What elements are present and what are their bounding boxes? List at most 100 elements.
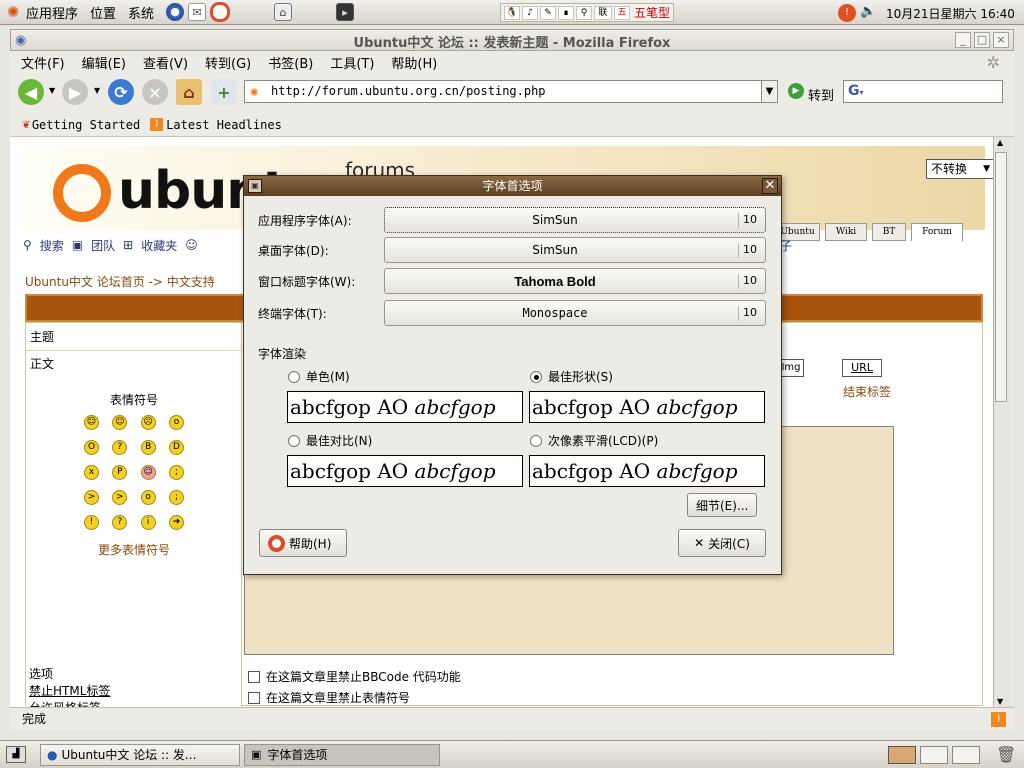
language-select[interactable]: 不转换 ▼ [926,159,993,179]
dialog-close-icon[interactable]: ✕ [762,178,778,194]
forward-dropdown-icon[interactable]: ▼ [94,86,100,95]
emoji-confused-icon[interactable]: ? [112,440,128,455]
task-font-preferences[interactable]: ▣ 字体首选项 [244,744,440,766]
bbcode-checkbox[interactable] [248,670,260,683]
option-subpixel[interactable]: 次像素平滑(LCD)(P) [530,432,658,449]
volume-icon[interactable]: 🔈 [860,4,876,19]
menu-go[interactable]: 转到(G) [205,53,251,72]
option-monochrome[interactable]: 单色(M) [288,368,350,385]
go-label[interactable]: 转到 [808,85,834,104]
emoji-cool-icon[interactable]: B [140,440,156,455]
terminal-icon[interactable]: ▸ [336,3,355,21]
menu-places[interactable]: 位置 [90,3,116,22]
menu-applications[interactable]: 应用程序 [26,3,78,22]
menu-system[interactable]: 系统 [128,3,154,22]
bookmark-getting-started[interactable]: Getting Started [32,118,140,132]
input-method-icon[interactable]: 五 [614,5,630,20]
task-firefox[interactable]: ● Ubuntu中文 论坛 :: 发... [40,744,240,766]
option-html-disabled[interactable]: 禁止HTML标签 [29,682,242,699]
radio-best-contrast[interactable] [288,434,300,447]
terminal-font-button[interactable]: Monospace 10 [384,300,766,326]
emoji-idea-icon[interactable]: i [140,515,156,530]
ubuntu-menu-icon[interactable]: ✺ [4,3,22,21]
radio-best-shape[interactable] [530,370,542,383]
google-search-icon[interactable]: G▾ [848,83,864,99]
emoji-exclaim-icon[interactable]: ! [84,515,99,530]
forward-icon[interactable]: ▶ [62,79,88,105]
link-search[interactable]: 搜索 [40,237,64,254]
smilies-checkbox[interactable] [248,691,260,704]
maximize-icon[interactable]: □ [974,32,990,48]
stop-icon[interactable]: × [142,79,168,105]
emoji-wink-icon[interactable]: ; [168,490,184,505]
menu-bookmarks[interactable]: 书签(B) [268,53,313,72]
home-folder-icon[interactable]: ⌂ [274,3,293,21]
workspace-1-icon[interactable] [888,746,916,764]
trash-icon[interactable]: 🗑 [996,745,1016,764]
url-input[interactable]: ✺ http://forum.ubuntu.org.cn/posting.php [244,80,762,103]
close-window-icon[interactable]: × [993,32,1009,48]
emoji-laugh-icon[interactable]: D [168,440,184,455]
go-icon[interactable]: ▶ [788,83,804,99]
update-alert-icon[interactable]: ! [838,4,856,22]
emoji-razz-icon[interactable]: P [112,465,128,480]
emoji-arrow-icon[interactable]: ➜ [168,515,184,530]
search-input[interactable]: G▾ [843,80,1003,103]
reload-icon[interactable]: ⟳ [108,79,134,105]
bookmark-latest-headlines[interactable]: Latest Headlines [166,118,282,132]
emoji-grin-icon[interactable]: ☺ [112,415,128,430]
emoji-evil-icon[interactable]: > [84,490,99,505]
close-tags-link[interactable]: 结束标签 [843,383,891,400]
emoji-question-icon[interactable]: ? [112,515,128,530]
lock-tray-icon[interactable]: ∎ [558,5,574,20]
ime-label[interactable]: 五笔型 [634,4,670,21]
search-tray-icon[interactable]: ⚲ [576,5,592,20]
window-title-font-button[interactable]: Tahoma Bold 10 [384,268,766,294]
option-best-contrast[interactable]: 最佳对比(N) [288,432,372,449]
menu-view[interactable]: 查看(V) [143,53,188,72]
clock[interactable]: 10月21日星期六 16:40 [886,5,1015,22]
desktop-font-button[interactable]: SimSun 10 [384,237,766,263]
scroll-up-icon[interactable]: ▲ [997,138,1003,147]
close-button[interactable]: ✕ 关闭(C) [678,529,766,557]
application-font-button[interactable]: SimSun 10 [384,207,766,233]
scroll-down-icon[interactable]: ▼ [997,697,1003,706]
breadcrumb[interactable]: Ubuntu中文 论坛首页 -> 中文支持 [25,273,215,290]
show-desktop-icon[interactable]: ▟ [6,746,26,763]
help-launcher-icon[interactable] [210,2,231,22]
penguin-icon[interactable]: 🐧 [504,5,520,20]
option-best-shape[interactable]: 最佳形状(S) [530,368,613,385]
new-tab-icon[interactable]: + [211,79,237,105]
link-favorites[interactable]: 收藏夹 [141,237,177,254]
menu-file[interactable]: 文件(F) [21,53,65,72]
details-button[interactable]: 细节(E)... [687,493,758,517]
back-dropdown-icon[interactable]: ▼ [49,86,55,95]
link-tray-label[interactable]: 联 [594,5,612,20]
radio-monochrome[interactable] [288,370,300,383]
help-button[interactable]: 帮助(H) [259,529,347,557]
emoji-shock-icon[interactable]: O [84,440,99,455]
emoji-sad-icon[interactable]: ☹ [140,415,156,430]
dialog-menu-icon[interactable]: ▣ [248,179,262,193]
scrollbar-thumb[interactable] [995,152,1007,402]
minimize-icon[interactable]: _ [955,32,971,48]
radio-subpixel[interactable] [530,434,542,447]
emoji-mad-icon[interactable]: x [84,465,99,480]
menu-edit[interactable]: 编辑(E) [82,53,126,72]
emoji-surprised-icon[interactable]: o [168,415,184,430]
emoji-rolleyes-icon[interactable]: o [140,490,156,505]
workspace-3-icon[interactable] [952,746,980,764]
back-icon[interactable]: ◀ [18,79,44,105]
rss-status-icon[interactable]: ) [991,712,1006,727]
firefox-launcher-icon[interactable]: ● [166,3,185,21]
emoji-smile-icon[interactable]: ☺ [84,415,99,430]
pen-tray-icon[interactable]: ✎ [540,5,556,20]
option-style-allowed[interactable]: 允许风格标签 [29,699,242,707]
menu-help[interactable]: 帮助(H) [391,53,437,72]
evolution-launcher-icon[interactable]: ✉ [188,3,207,21]
link-team[interactable]: 团队 [91,237,115,254]
emoji-redface-icon[interactable]: ☺ [140,465,156,480]
url-button[interactable]: URL [842,359,882,377]
sound-tray-icon[interactable]: ♪ [522,5,538,20]
emoji-cry-icon[interactable]: ; [168,465,184,480]
